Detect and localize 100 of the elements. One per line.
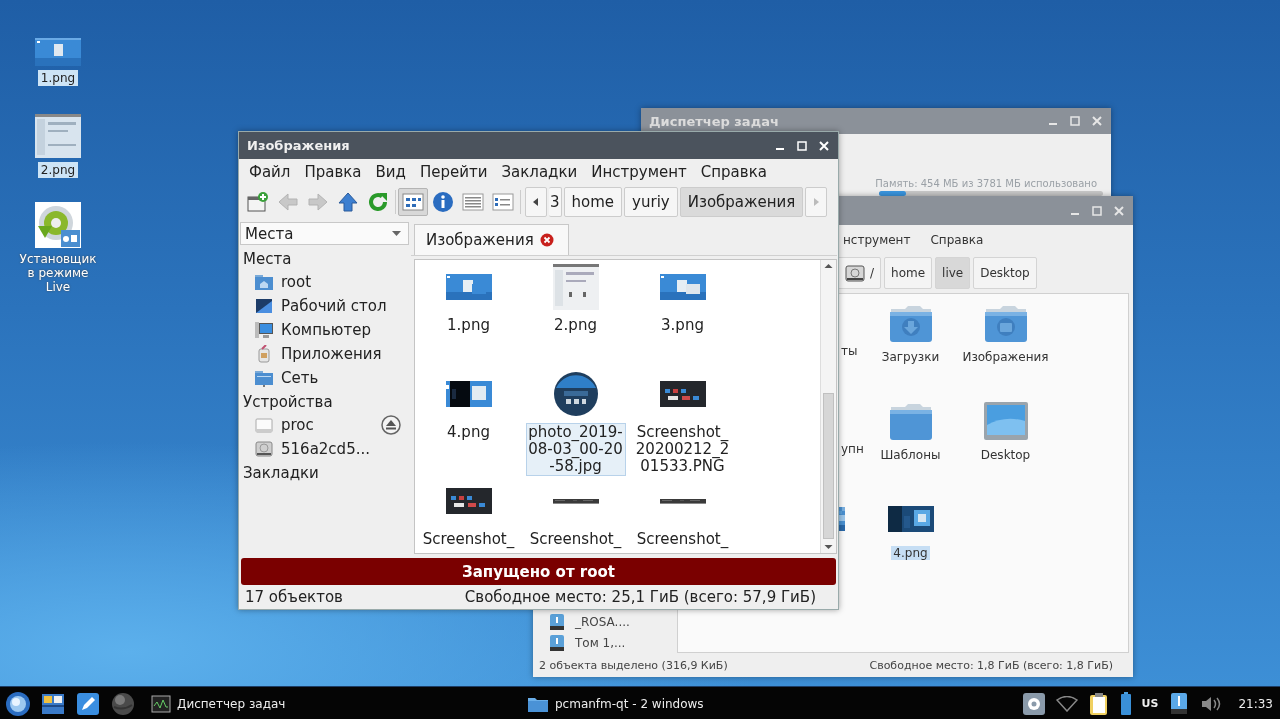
pencil-icon[interactable] xyxy=(75,690,101,717)
right-arrow-icon xyxy=(307,191,329,213)
globe-icon[interactable] xyxy=(110,690,136,717)
file-label[interactable]: 1.png xyxy=(418,316,519,335)
menu-item[interactable]: Справка xyxy=(930,233,984,247)
desktop-icon xyxy=(254,297,274,315)
installer-icon xyxy=(35,202,81,248)
hard-drive-icon xyxy=(254,440,274,458)
reload-icon xyxy=(367,191,389,213)
menu-item[interactable]: Перейти xyxy=(412,163,495,181)
scroll-left-button[interactable] xyxy=(525,187,547,217)
sidebar-item[interactable]: 516a2cd5... xyxy=(281,440,370,458)
info-icon xyxy=(432,191,454,213)
file-label[interactable]: Screenshot_ xyxy=(632,530,733,549)
file-label[interactable]: Screenshot_ xyxy=(525,530,626,549)
home-folder-icon xyxy=(254,273,274,291)
compact-list-icon xyxy=(492,191,514,213)
eject-button[interactable] xyxy=(381,415,401,435)
sidebar-item[interactable]: Компьютер xyxy=(281,321,371,339)
sidebar-item[interactable]: Том 1,... xyxy=(575,636,626,650)
file-label[interactable]: Изображения xyxy=(960,350,1051,364)
sidebar-item[interactable]: root xyxy=(281,273,312,291)
places-dropdown[interactable]: Места xyxy=(240,222,409,245)
taskbar-task[interactable]: pcmanfm-qt - 2 windows xyxy=(521,689,710,718)
path-button[interactable]: / xyxy=(837,257,882,289)
desktop-icon-label[interactable]: Установщик в режиме Live xyxy=(16,252,100,294)
menu-item[interactable]: Справка xyxy=(693,163,774,181)
left-triangle-icon xyxy=(533,198,539,206)
caret-icon xyxy=(392,231,401,236)
system-monitor-icon xyxy=(151,694,171,713)
status-text: 17 объектов xyxy=(245,588,343,606)
file-label[interactable]: Screenshot_ xyxy=(418,530,519,549)
path-button[interactable]: yuriy xyxy=(624,187,678,217)
file-label[interactable]: Загрузки xyxy=(879,350,942,364)
window-title: Изображения xyxy=(247,138,350,153)
close-tab-icon[interactable] xyxy=(539,233,554,247)
path-button[interactable]: live xyxy=(935,257,971,289)
menu-item[interactable]: Вид xyxy=(368,163,413,181)
path-button[interactable]: 3 xyxy=(549,187,562,217)
menu-item[interactable]: Закладки xyxy=(494,163,585,181)
file-label[interactable]: 3.png xyxy=(632,316,733,335)
hard-drive-icon xyxy=(844,262,866,284)
drive-icon xyxy=(254,416,274,434)
sidebar-item[interactable]: Рабочий стол xyxy=(281,297,387,315)
menu-item[interactable]: нструмент xyxy=(843,233,911,247)
folder-icon xyxy=(982,303,1029,343)
file-label[interactable]: 4.png xyxy=(891,546,930,560)
sidebar-item[interactable]: proc xyxy=(281,416,314,434)
left-arrow-icon xyxy=(277,191,299,213)
scrollbar[interactable] xyxy=(820,260,836,553)
folder-icon xyxy=(887,303,934,343)
file-label[interactable]: 2.png xyxy=(525,316,626,335)
new-tab-icon xyxy=(247,191,269,213)
root-warning-banner: Запущено от root xyxy=(241,558,836,585)
free-space-text: Свободное место: 1,8 ГиБ (всего: 1,8 ГиБ) xyxy=(869,658,1113,672)
menu-item[interactable]: Правка xyxy=(297,163,369,181)
menu-item[interactable]: Инструмент xyxy=(584,163,694,181)
path-button[interactable]: Desktop xyxy=(973,257,1037,289)
up-arrow-icon xyxy=(337,191,359,213)
sidebar-item[interactable]: _ROSA.... xyxy=(575,615,630,629)
path-button[interactable]: home xyxy=(884,257,933,289)
icons-view-button[interactable] xyxy=(398,188,428,216)
file-label[interactable]: photo_2019-08-03_00-20-58.jpg xyxy=(525,423,626,476)
drive-icon xyxy=(547,633,567,653)
menu-item[interactable]: Файл xyxy=(242,163,298,181)
section-header: Закладки xyxy=(242,463,320,484)
sidebar-item[interactable]: Сеть xyxy=(281,369,319,387)
wifi-icon[interactable] xyxy=(1055,695,1078,712)
folder-icon xyxy=(887,401,934,441)
file-label[interactable]: Desktop xyxy=(978,448,1033,462)
start-menu-button[interactable] xyxy=(5,690,31,717)
memory-usage-text: Память: 454 МБ из 3781 МБ использовано xyxy=(875,178,1097,189)
keyboard-layout-indicator[interactable]: US xyxy=(1141,697,1159,710)
battery-icon[interactable] xyxy=(1119,691,1132,716)
file-label[interactable]: Screenshot_20200212_201533.PNG xyxy=(632,423,733,476)
settings-icon[interactable] xyxy=(1021,691,1046,716)
network-folder-icon xyxy=(254,369,274,387)
clock[interactable]: 21:33 xyxy=(1238,696,1273,711)
sidebar-item[interactable]: Приложения xyxy=(281,345,382,363)
drive-icon xyxy=(547,612,567,632)
folder-tab[interactable]: Изображения xyxy=(414,224,569,255)
section-header: Места xyxy=(242,249,293,270)
desktop-icon-label[interactable]: 2.png xyxy=(37,162,79,178)
icon-grid-icon xyxy=(402,191,424,213)
file-label[interactable]: упн xyxy=(839,442,866,456)
window-title: Диспетчер задач xyxy=(649,113,779,129)
computer-icon xyxy=(254,321,274,339)
taskbar-task[interactable]: Диспетчер задач xyxy=(145,689,521,718)
file-label[interactable]: ты xyxy=(839,344,860,358)
free-space-text: Свободное место: 25,1 ГиБ (всего: 57,9 ГиБ) xyxy=(464,588,816,606)
list-icon xyxy=(462,191,484,213)
desktop-icon xyxy=(982,401,1029,441)
right-triangle-icon xyxy=(813,198,820,206)
clipboard-icon[interactable] xyxy=(1087,691,1110,716)
path-button[interactable]: Изображения xyxy=(679,187,804,217)
file-label[interactable]: 4.png xyxy=(418,423,519,442)
desktop-icon-label[interactable]: 1.png xyxy=(37,70,79,86)
path-button[interactable]: home xyxy=(563,187,623,217)
status-text: 2 объекта выделено (316,9 КиБ) xyxy=(539,658,728,672)
file-label[interactable]: Шаблоны xyxy=(878,448,943,462)
